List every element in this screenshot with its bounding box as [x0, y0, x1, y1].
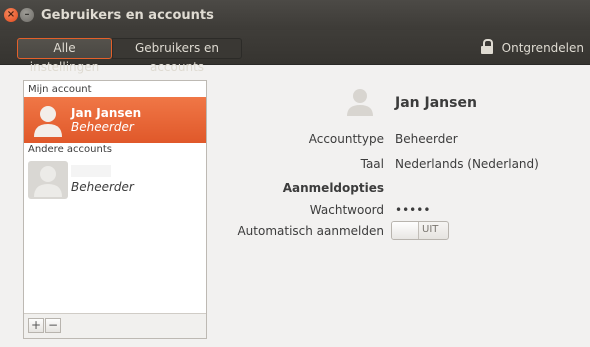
toolbar: Alle instellingen Gebruikers en accounts…	[0, 30, 590, 74]
add-account-button[interactable]: +	[28, 318, 44, 333]
password-value[interactable]: •••••	[395, 203, 430, 217]
title-bar: × – Gebruikers en accounts	[0, 0, 590, 30]
breadcrumb-users-accounts[interactable]: Gebruikers en accounts	[112, 38, 242, 74]
list-toolbar: + −	[24, 313, 206, 338]
account-role: Beheerder	[71, 180, 134, 194]
account-item-other[interactable]: Beheerder	[24, 157, 206, 203]
avatar	[28, 161, 68, 199]
account-name-placeholder	[71, 165, 111, 177]
language-value[interactable]: Nederlands (Nederland)	[395, 157, 539, 171]
other-accounts-label: Andere accounts	[28, 144, 112, 155]
all-settings-button[interactable]: Alle instellingen	[17, 38, 112, 74]
my-account-label: Mijn account	[28, 84, 92, 95]
accounts-list: Mijn account Jan Jansen Beheerder Andere…	[23, 80, 207, 339]
account-role: Beheerder	[71, 120, 134, 134]
account-item-jan-jansen[interactable]: Jan Jansen Beheerder	[24, 97, 206, 143]
close-button[interactable]: ×	[4, 8, 18, 22]
toggle-state: UIT	[422, 224, 439, 235]
autologin-toggle[interactable]: UIT	[391, 221, 449, 240]
user-avatar-icon	[34, 166, 62, 197]
autologin-label: Automatisch aanmelden	[237, 224, 384, 238]
detail-avatar[interactable]	[345, 86, 375, 118]
user-avatar-icon	[347, 89, 373, 116]
unlock-button[interactable]: Ontgrendelen	[480, 38, 584, 59]
remove-account-button[interactable]: −	[45, 318, 61, 333]
login-options-heading: Aanmeldopties	[282, 181, 384, 195]
user-full-name[interactable]: Jan Jansen	[395, 95, 477, 111]
window-title: Gebruikers en accounts	[41, 8, 214, 23]
account-type-value[interactable]: Beheerder	[395, 132, 458, 146]
account-name: Jan Jansen	[71, 106, 142, 120]
account-type-label: Accounttype	[308, 132, 384, 146]
language-label: Taal	[360, 157, 384, 171]
lock-icon	[480, 39, 494, 55]
minimize-button[interactable]: –	[20, 8, 34, 22]
toggle-knob	[392, 222, 419, 239]
avatar	[28, 101, 68, 139]
password-label: Wachtwoord	[309, 203, 384, 217]
unlock-label: Ontgrendelen	[501, 41, 584, 55]
user-avatar-icon	[34, 106, 62, 137]
